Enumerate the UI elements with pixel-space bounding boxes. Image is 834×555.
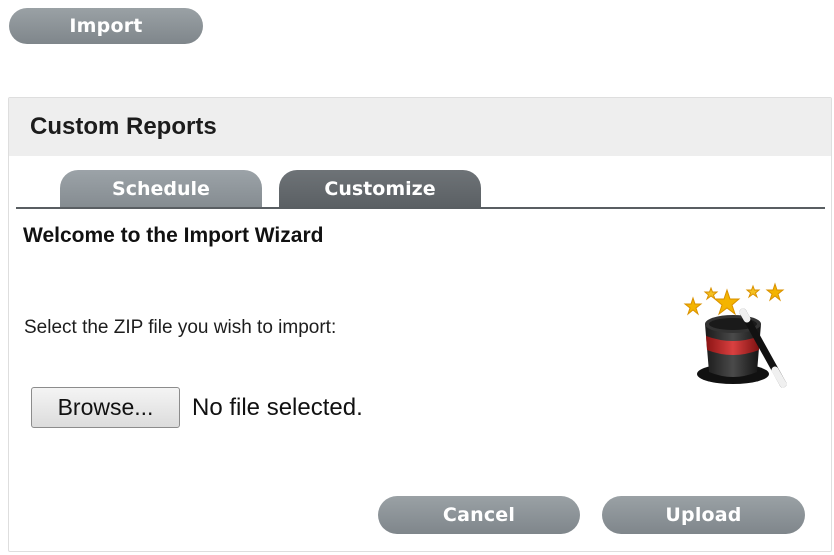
tab-customize[interactable]: Customize (279, 170, 481, 207)
import-button[interactable]: Import (9, 8, 203, 44)
tab-divider (16, 207, 825, 209)
zip-file-prompt: Select the ZIP file you wish to import: (24, 317, 337, 338)
tab-schedule[interactable]: Schedule (60, 170, 262, 207)
panel-header: Custom Reports (9, 98, 831, 156)
panel-title: Custom Reports (30, 113, 217, 140)
file-status-text: No file selected. (192, 394, 363, 421)
browse-button[interactable]: Browse... (31, 387, 180, 428)
wizard-title: Welcome to the Import Wizard (23, 224, 324, 247)
cancel-button[interactable]: Cancel (378, 496, 580, 534)
magic-hat-icon (683, 282, 787, 388)
upload-button[interactable]: Upload (602, 496, 805, 534)
custom-reports-panel: Custom Reports Schedule Customize Welcom… (8, 97, 832, 552)
